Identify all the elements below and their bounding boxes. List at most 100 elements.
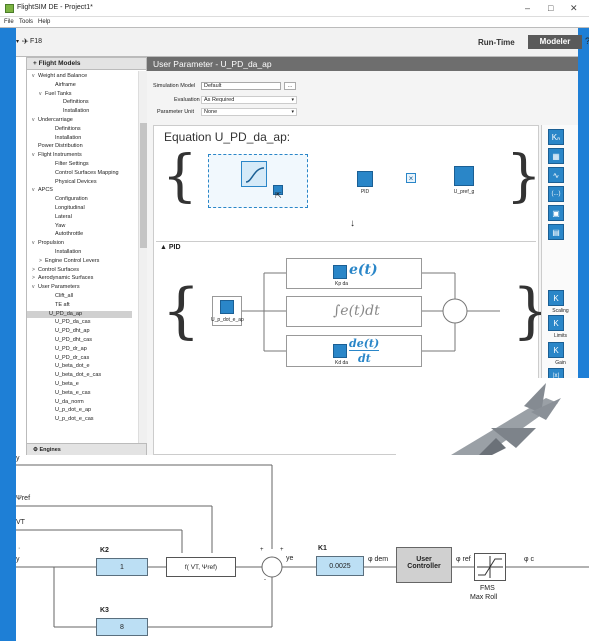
close-button[interactable]: ✕ bbox=[570, 3, 578, 14]
engines-footer[interactable]: ⚙ Engines bbox=[27, 443, 146, 455]
flight-models-header[interactable]: + Flight Models bbox=[27, 58, 146, 70]
derivative-block[interactable]: de(t) dt Kd da bbox=[286, 335, 422, 367]
tree-item[interactable]: Definitions bbox=[57, 99, 89, 106]
tree-item[interactable]: U_PD_dr_cas bbox=[49, 355, 89, 362]
tree-item[interactable]: TE aft bbox=[49, 302, 70, 309]
menu-file[interactable]: File bbox=[4, 19, 14, 25]
tree-item[interactable]: U_da_norm bbox=[49, 399, 84, 406]
tree-item-label: Installation bbox=[63, 108, 90, 115]
evaluation-select[interactable]: As Required ▾ bbox=[201, 96, 297, 104]
menu-help[interactable]: Help bbox=[38, 19, 50, 25]
tree-item[interactable]: Installation bbox=[57, 108, 89, 115]
tree-item[interactable]: Physical Devices bbox=[49, 179, 97, 186]
right-accent-bar bbox=[578, 28, 589, 378]
saturation-icon bbox=[477, 556, 503, 578]
tree-item[interactable]: Yaw bbox=[49, 223, 65, 230]
tree-item[interactable]: Power Distribution bbox=[32, 143, 83, 150]
tree-scrollbar[interactable] bbox=[138, 71, 147, 443]
tree-item[interactable]: Definitions bbox=[49, 126, 81, 133]
phi-dem-signal: φ dem bbox=[368, 556, 389, 563]
user-controller-line1: User bbox=[416, 556, 432, 563]
limits-tool[interactable]: K bbox=[548, 315, 564, 331]
left-accent-bar bbox=[0, 28, 16, 641]
paren-tool[interactable]: (...) bbox=[548, 186, 564, 202]
tree-item-label: Physical Devices bbox=[55, 178, 97, 185]
dropdown-icon[interactable]: ▾ bbox=[16, 38, 19, 45]
kd-label: Kd da bbox=[335, 360, 349, 366]
scaling-tool[interactable]: K bbox=[548, 290, 564, 306]
tree-item[interactable]: Airframe bbox=[49, 82, 76, 89]
minimize-button[interactable]: – bbox=[525, 3, 530, 13]
tree-item[interactable]: U_beta_dot_e bbox=[49, 363, 90, 370]
user-controller-line2: Controller bbox=[407, 563, 441, 570]
tree-item-label: Definitions bbox=[63, 99, 89, 106]
tree-item-label: Flight Instruments bbox=[38, 152, 82, 159]
curve-tool-icon[interactable]: ∿ bbox=[548, 167, 564, 183]
maximize-button[interactable]: □ bbox=[548, 3, 553, 13]
gain-tool[interactable]: K bbox=[548, 342, 564, 358]
tree-item[interactable]: U_beta_dot_e_cas bbox=[49, 372, 101, 379]
tree-item[interactable]: U_PD_dr_ap bbox=[49, 346, 87, 353]
tree-item-label: U_da_norm bbox=[55, 398, 84, 405]
tree-item[interactable]: Filter Settings bbox=[49, 161, 89, 168]
tree-item[interactable]: U_p_dot_e_ap bbox=[49, 407, 91, 414]
tree-item-label: TE aft bbox=[55, 301, 70, 308]
tree-item[interactable]: > Aerodynamic Surfaces bbox=[32, 275, 93, 282]
tree-item[interactable]: U_p_dot_e_cas bbox=[49, 416, 94, 423]
tree-item-label: Definitions bbox=[55, 125, 81, 132]
browse-button[interactable]: ... bbox=[284, 82, 296, 90]
window-title: FlightSIM DE - Project1* bbox=[17, 4, 93, 11]
sim-model-field[interactable]: Default bbox=[201, 82, 281, 90]
fms-label: FMS bbox=[480, 585, 495, 592]
tree-item[interactable]: Configuration bbox=[49, 196, 88, 203]
tree-item[interactable]: Installation bbox=[49, 135, 81, 142]
engines-label: Engines bbox=[39, 447, 61, 453]
phi-ref-signal: φ ref bbox=[456, 556, 471, 563]
tree-item[interactable]: > Engine Control Levers bbox=[39, 258, 99, 265]
modeler-tab[interactable]: Modeler bbox=[528, 35, 582, 49]
runtime-tab[interactable]: Run-Time bbox=[478, 38, 515, 47]
tree-item[interactable]: Longitudinal bbox=[49, 205, 85, 212]
tree-item[interactable]: U_PD_da_ap bbox=[27, 310, 132, 318]
tree-item[interactable]: Clift_all bbox=[49, 293, 73, 300]
tree-item[interactable]: Installation bbox=[49, 249, 81, 256]
gain-label: Gain bbox=[555, 360, 566, 366]
vt-signal: VT bbox=[16, 519, 25, 526]
tree-item[interactable]: U_PD_da_cas bbox=[49, 319, 90, 326]
tree-item[interactable]: Control Surfaces Mapping bbox=[49, 170, 119, 177]
tree-item[interactable]: U_PD_dht_cas bbox=[49, 337, 92, 344]
proportional-block[interactable]: e(t) Kp da bbox=[286, 258, 422, 289]
tree-item[interactable]: Lateral bbox=[49, 214, 72, 221]
tree-item[interactable]: v APCS bbox=[32, 187, 53, 194]
tree-item-label: Propulsion bbox=[38, 240, 64, 247]
tree-item[interactable]: U_PD_dht_ap bbox=[49, 328, 90, 335]
pid-tool-icon[interactable]: ▣ bbox=[548, 205, 564, 221]
grid-tool-icon[interactable]: ▤ bbox=[548, 224, 564, 240]
tree-item[interactable]: v Flight Instruments bbox=[32, 152, 82, 159]
tree-item[interactable]: v Weight and Balance bbox=[32, 73, 87, 80]
tree-item[interactable]: v Undercarriage bbox=[32, 117, 73, 124]
tree-item-label: Power Distribution bbox=[38, 143, 83, 150]
table-tool-icon[interactable]: ▦ bbox=[548, 148, 564, 164]
tree-item[interactable]: v User Parameters bbox=[32, 284, 80, 291]
integral-block[interactable]: ∫e(t)dt bbox=[286, 296, 422, 327]
help-icon[interactable]: ? bbox=[585, 36, 589, 46]
scaling-label: Scaling bbox=[552, 308, 569, 314]
tree-item-label: Yaw bbox=[55, 222, 66, 229]
tree-item-label: Configuration bbox=[55, 196, 88, 203]
menu-tools[interactable]: Tools bbox=[19, 19, 33, 25]
kn-tool[interactable]: Kₙ bbox=[548, 129, 564, 145]
tree-item[interactable]: U_beta_e_cas bbox=[49, 390, 90, 397]
project-name[interactable]: F18 bbox=[30, 38, 42, 45]
tree-item[interactable]: v Propulsion bbox=[32, 240, 64, 247]
tree-item[interactable]: v Fuel Tanks bbox=[39, 91, 72, 98]
tree-item[interactable]: Autothrottle bbox=[49, 231, 83, 238]
flight-models-label: Flight Models bbox=[38, 60, 81, 67]
tree-item[interactable]: > Control Surfaces bbox=[32, 267, 79, 274]
tree-item-label: Lateral bbox=[55, 213, 72, 220]
scrollbar-thumb[interactable] bbox=[140, 123, 147, 248]
plus-sign-2: + bbox=[280, 547, 284, 553]
parameter-unit-select[interactable]: None ▾ bbox=[201, 108, 297, 116]
tree-item[interactable]: U_beta_e bbox=[49, 381, 79, 388]
tree-item-label: U_PD_da_ap bbox=[49, 310, 83, 317]
